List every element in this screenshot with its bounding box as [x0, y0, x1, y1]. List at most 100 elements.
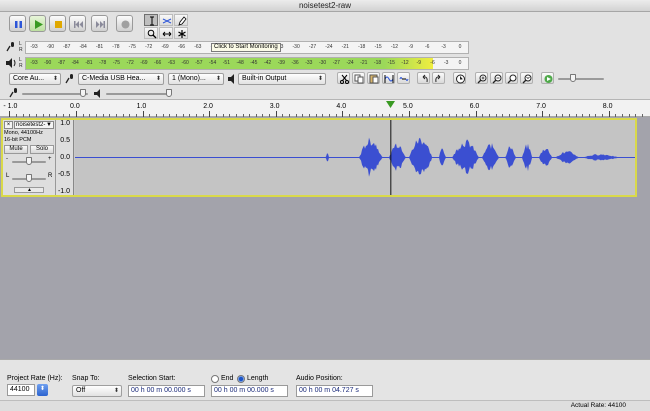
silence-icon — [399, 77, 409, 81]
pencil-icon — [178, 16, 187, 26]
pause-button[interactable] — [9, 15, 26, 32]
close-icon: × — [6, 122, 11, 128]
paste-button[interactable] — [367, 72, 380, 84]
amplitude-label: 1.0 — [60, 120, 70, 127]
magnifier-icon — [147, 29, 157, 39]
input-device-select[interactable]: C-Media USB Hea... ⬍ — [78, 73, 164, 85]
record-icon — [121, 20, 130, 29]
amplitude-label: -1.0 — [57, 188, 70, 195]
pan-left-label: L — [6, 173, 10, 179]
trim-button[interactable] — [382, 72, 395, 84]
output-device-select[interactable]: Built-in Output ⬍ — [238, 73, 326, 85]
silence-button[interactable] — [397, 72, 410, 84]
up-down-arrows-icon: ⬍ — [39, 386, 46, 392]
speaker-icon — [228, 74, 234, 84]
timeshift-tool[interactable] — [159, 27, 173, 39]
zoom-in-button[interactable] — [475, 72, 488, 84]
window-title: noisetest2-raw — [298, 1, 352, 10]
zoom-fit-icon — [522, 74, 532, 84]
mute-button[interactable]: Mute — [4, 145, 28, 154]
collapse-track-button[interactable]: ▲ — [14, 187, 44, 193]
ibeam-icon — [150, 16, 154, 26]
end-radio[interactable] — [211, 375, 219, 383]
project-rate-field[interactable]: 44100 — [7, 384, 35, 396]
gain-slider[interactable] — [26, 157, 32, 165]
play-speed-slider[interactable] — [570, 74, 576, 82]
ruler-label: 0.0 — [70, 103, 80, 110]
playback-meter[interactable]: -93 -90 -87 -84 -81 -78 -75 -72 -69 -66 -63 -60 -57-… — [25, 57, 469, 70]
gain-plus-label: + — [48, 156, 52, 162]
skip-end-icon — [96, 21, 105, 28]
track-name-menu[interactable]: noisetest2- ▼ — [14, 121, 54, 129]
ruler-label: - 1.0 — [3, 103, 18, 110]
amplitude-label: 0.0 — [60, 154, 70, 161]
clock-icon — [456, 74, 465, 84]
zoom-selection-icon — [507, 74, 517, 84]
length-label: Length — [247, 375, 269, 382]
record-button[interactable] — [116, 15, 133, 32]
project-rate-label: Project Rate (Hz): — [7, 375, 63, 382]
project-rate-dropdown[interactable]: ⬍ — [37, 384, 48, 396]
solo-button[interactable]: Solo — [30, 145, 54, 154]
pan-slider[interactable] — [26, 174, 32, 182]
audio-position-field[interactable]: 00 h 00 m 04.727 s — [296, 385, 373, 397]
cut-button[interactable] — [337, 72, 350, 84]
length-radio[interactable] — [237, 375, 245, 383]
fit-selection-button[interactable] — [505, 72, 518, 84]
input-channels-select[interactable]: 1 (Mono)... ⬍ — [168, 73, 224, 85]
meter-scale-label: 0 — [458, 44, 462, 50]
zoom-out-button[interactable] — [490, 72, 503, 84]
speaker-icon — [94, 89, 100, 98]
selection-length-field[interactable]: 00 h 00 m 00.000 s — [211, 385, 288, 397]
play-button[interactable] — [29, 15, 46, 32]
title-bar: noisetest2-raw — [0, 0, 650, 12]
ruler-label: 2.0 — [203, 103, 213, 110]
draw-tool[interactable] — [174, 14, 188, 26]
fit-project-button[interactable] — [520, 72, 533, 84]
selection-start-field[interactable]: 00 h 00 m 00.000 s — [128, 385, 205, 397]
output-volume-track — [106, 93, 172, 95]
envelope-icon — [162, 18, 172, 24]
ruler-label: 3.0 — [269, 103, 280, 110]
stop-button[interactable] — [49, 15, 66, 32]
output-volume-slider[interactable] — [166, 89, 172, 97]
waveform-display[interactable] — [75, 120, 635, 195]
pause-icon — [15, 21, 22, 28]
redo-button[interactable] — [432, 72, 445, 84]
play-at-speed-button[interactable] — [541, 72, 554, 84]
skip-end-button[interactable] — [91, 15, 108, 32]
input-volume-slider[interactable] — [80, 89, 86, 97]
gain-minus-label: - — [6, 156, 8, 162]
pan-right-label: R — [48, 173, 53, 179]
double-arrow-icon — [162, 31, 172, 37]
play-speed-track — [558, 78, 604, 80]
undo-button[interactable] — [417, 72, 430, 84]
ruler-label: 7.0 — [536, 103, 546, 110]
speaker-icon — [6, 58, 16, 68]
meter-scale-label: 0 — [458, 60, 462, 66]
meter-right-label: R — [19, 63, 23, 69]
multi-tool[interactable] — [174, 27, 188, 39]
play-at-speed-icon — [544, 75, 553, 83]
envelope-tool[interactable] — [159, 14, 173, 26]
close-track-button[interactable]: × — [4, 121, 13, 129]
stop-icon — [55, 21, 62, 28]
asterisk-icon — [178, 30, 186, 38]
sync-lock-button[interactable] — [453, 72, 466, 84]
end-label: End — [221, 375, 234, 382]
skip-start-icon — [74, 21, 83, 28]
zoom-out-icon — [492, 74, 502, 84]
skip-start-button[interactable] — [69, 15, 86, 32]
selection-tool[interactable] — [144, 14, 158, 26]
undo-icon — [422, 74, 428, 83]
ruler-label: 8.0 — [602, 103, 613, 110]
paste-icon — [369, 74, 379, 84]
timeline-ruler[interactable]: - 1.0 0.0 1.0 2.0 3.0 4.0 5.0 6.0 7.0 8.0 — [0, 100, 650, 117]
copy-button[interactable] — [352, 72, 365, 84]
meter-right-label: R — [19, 47, 23, 53]
copy-icon — [354, 74, 364, 84]
zoom-tool[interactable] — [144, 27, 158, 39]
audio-host-select[interactable]: Core Au... ⬍ — [9, 73, 61, 85]
playhead-marker-icon[interactable] — [386, 101, 396, 108]
snap-to-select[interactable]: Off ⬍ — [72, 385, 122, 397]
